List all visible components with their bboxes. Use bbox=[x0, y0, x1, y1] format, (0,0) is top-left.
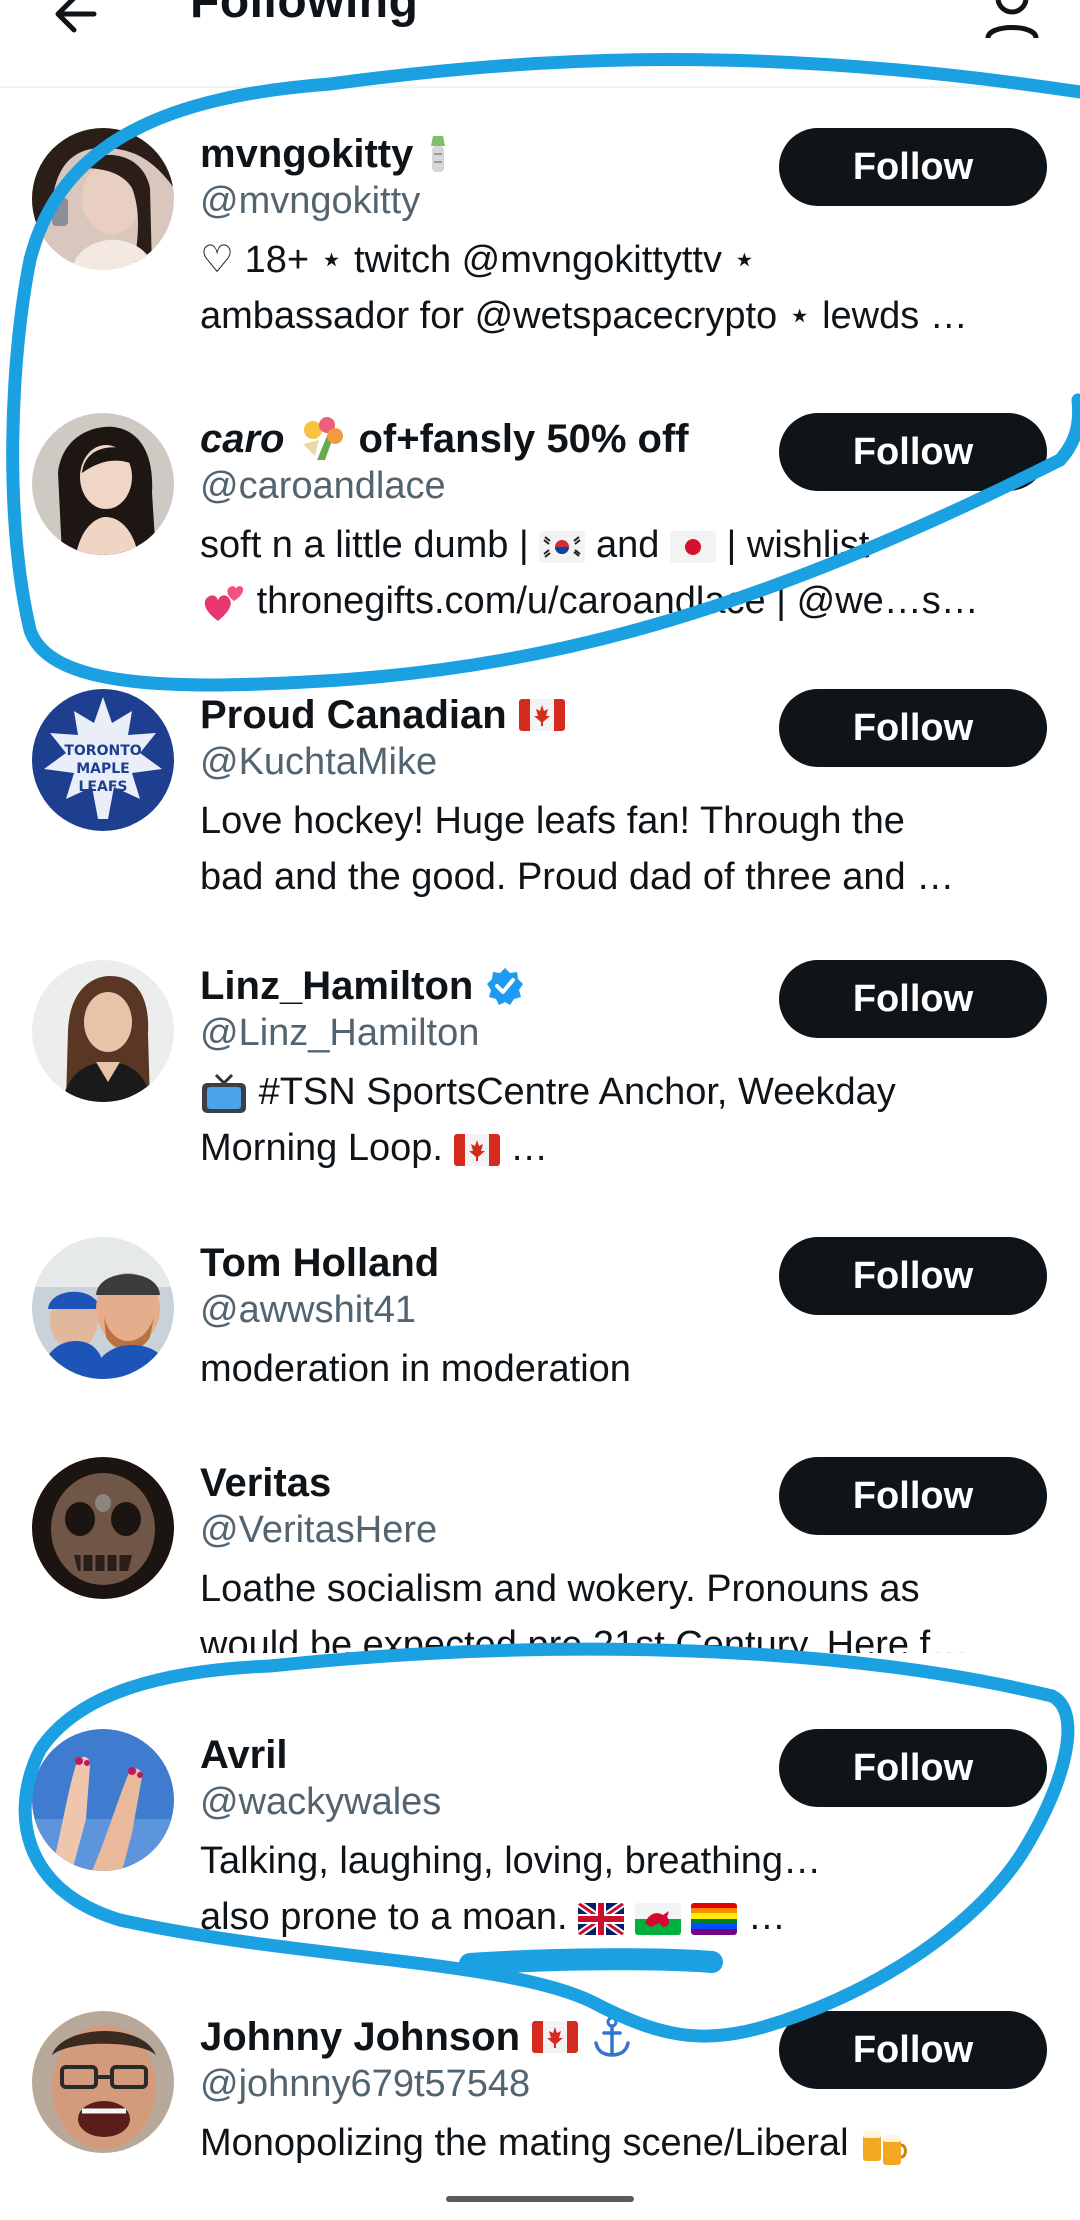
bio-line: moderation in moderation bbox=[200, 1348, 631, 1390]
bio-line: also prone to a moan. … bbox=[200, 1889, 1040, 1945]
japan-flag-icon bbox=[669, 530, 716, 563]
anchor-icon bbox=[594, 2016, 630, 2057]
avatar[interactable] bbox=[32, 960, 174, 1102]
user-handle: @awwshit41 bbox=[200, 1289, 416, 1331]
header-bar: Following bbox=[0, 0, 1080, 88]
bio-text: … bbox=[510, 1127, 549, 1169]
user-bio: Loathe socialism and wokery. Pronouns as… bbox=[200, 1561, 1040, 1653]
user-bio: moderation in moderation bbox=[200, 1341, 1040, 1397]
user-bio: Monopolizing the mating scene/Liberal bbox=[200, 2115, 1040, 2171]
follow-button[interactable]: Follow bbox=[779, 689, 1047, 767]
user-bio: soft n a little dumb | and | wishlist th… bbox=[200, 517, 1040, 629]
user-handle: @VeritasHere bbox=[200, 1509, 438, 1551]
avatar[interactable] bbox=[32, 1457, 174, 1599]
avatar[interactable] bbox=[32, 128, 174, 270]
united-kingdom-flag-icon bbox=[578, 1902, 625, 1935]
bio-line: Morning Loop. … bbox=[200, 1120, 1040, 1176]
bio-text: … bbox=[747, 1896, 786, 1938]
bio-line: Love hockey! Huge leafs fan! Through the bbox=[200, 800, 905, 842]
avatar[interactable] bbox=[32, 1729, 174, 1871]
page-title: Following bbox=[190, 0, 419, 28]
home-indicator[interactable] bbox=[446, 2196, 634, 2202]
follow-button[interactable]: Follow bbox=[779, 1729, 1047, 1807]
user-bio: #TSN SportsCentre Anchor, Weekday Mornin… bbox=[200, 1064, 1040, 1176]
user-bio: Talking, laughing, loving, breathing… al… bbox=[200, 1833, 1040, 1945]
user-handle: @wackywales bbox=[200, 1781, 442, 1823]
bouquet-emoji-icon bbox=[302, 417, 343, 460]
user-name: Tom Holland bbox=[200, 1240, 440, 1285]
avatar[interactable] bbox=[32, 2011, 174, 2153]
bio-line: soft n a little dumb | and | wishlist bbox=[200, 517, 1040, 573]
user-handle: @mvngokitty bbox=[200, 180, 421, 222]
bio-line: ♡ 18+ ⋆ twitch @mvngokittyttv ⋆ bbox=[200, 239, 757, 281]
user-handle: @Linz_Hamilton bbox=[200, 1012, 480, 1054]
follow-button[interactable]: Follow bbox=[779, 1457, 1047, 1535]
user-handle: @KuchtaMike bbox=[200, 741, 438, 783]
bio-text: soft n a little dumb | bbox=[200, 524, 529, 566]
bio-line: #TSN SportsCentre Anchor, Weekday bbox=[200, 1064, 1040, 1120]
avatar[interactable] bbox=[32, 1237, 174, 1379]
bio-text: | wishlist bbox=[726, 524, 870, 566]
rainbow-flag-icon bbox=[691, 1902, 738, 1935]
bio-line: Monopolizing the mating scene/Liberal bbox=[200, 2115, 1040, 2171]
user-bio: ♡ 18+ ⋆ twitch @mvngokittyttv ⋆ ambassad… bbox=[200, 232, 1040, 344]
bio-line: Talking, laughing, loving, breathing… bbox=[200, 1840, 822, 1882]
user-name: mvngokitty bbox=[200, 131, 414, 176]
follow-button[interactable]: Follow bbox=[779, 413, 1047, 491]
svg-text:LEAFS: LEAFS bbox=[79, 779, 128, 795]
user-name-stylized: caro bbox=[200, 416, 285, 461]
avatar[interactable] bbox=[32, 413, 174, 555]
add-user-icon[interactable] bbox=[982, 0, 1052, 58]
television-emoji-icon bbox=[202, 1073, 246, 1113]
user-handle: @caroandlace bbox=[200, 465, 446, 507]
following-page: Following mvngokitty @mvngokitty ♡ 18+ ⋆… bbox=[0, 0, 1080, 2220]
back-arrow-icon[interactable] bbox=[48, 0, 104, 44]
user-name: Avril bbox=[200, 1732, 288, 1777]
bio-line: Loathe socialism and wokery. Pronouns as bbox=[200, 1568, 920, 1610]
bio-text: also prone to a moan. bbox=[200, 1896, 568, 1938]
bio-text: #TSN SportsCentre Anchor, Weekday bbox=[258, 1071, 896, 1113]
verified-badge-icon bbox=[487, 968, 524, 1005]
svg-text:TORONTO: TORONTO bbox=[64, 743, 141, 759]
user-bio: Love hockey! Huge leafs fan! Through the… bbox=[200, 793, 1040, 905]
bio-text: Monopolizing the mating scene/Liberal bbox=[200, 2122, 849, 2164]
follow-button[interactable]: Follow bbox=[779, 128, 1047, 206]
follow-button[interactable]: Follow bbox=[779, 2011, 1047, 2089]
user-name: Johnny Johnson bbox=[200, 2014, 520, 2059]
user-name: Proud Canadian bbox=[200, 692, 507, 737]
canada-flag-icon bbox=[518, 699, 565, 731]
bio-line: thronegifts.com/u/caroandlace | @we…s… bbox=[200, 573, 1040, 629]
bio-line: ambassador for @wetspacecrypto ⋆ lewds … bbox=[200, 295, 968, 337]
follow-button[interactable]: Follow bbox=[779, 960, 1047, 1038]
canada-flag-icon bbox=[453, 1133, 500, 1166]
canada-flag-icon bbox=[532, 2021, 578, 2053]
bio-line: bad and the good. Proud dad of three and… bbox=[200, 856, 955, 898]
bio-text: and bbox=[595, 524, 660, 566]
user-handle: @johnny679t57548 bbox=[200, 2063, 531, 2105]
bio-text[interactable]: thronegifts.com/u/caroandlace | @we…s… bbox=[257, 580, 979, 622]
beer-mugs-emoji-icon bbox=[863, 2130, 908, 2165]
user-name: of+fansly 50% off bbox=[358, 416, 689, 461]
follow-button[interactable]: Follow bbox=[779, 1237, 1047, 1315]
two-hearts-emoji-icon bbox=[204, 586, 244, 621]
leek-emoji-icon bbox=[431, 136, 446, 172]
svg-text:MAPLE: MAPLE bbox=[76, 761, 130, 777]
avatar[interactable]: TORONTO MAPLE LEAFS bbox=[32, 689, 174, 831]
bio-line: would be expected pre 21st Century. Here… bbox=[200, 1624, 969, 1653]
wales-flag-icon bbox=[634, 1902, 681, 1935]
bio-text: Morning Loop. bbox=[200, 1127, 443, 1169]
user-name: Linz_Hamilton bbox=[200, 963, 474, 1008]
user-name: Veritas bbox=[200, 1460, 332, 1505]
south-korea-flag-icon bbox=[539, 530, 586, 563]
